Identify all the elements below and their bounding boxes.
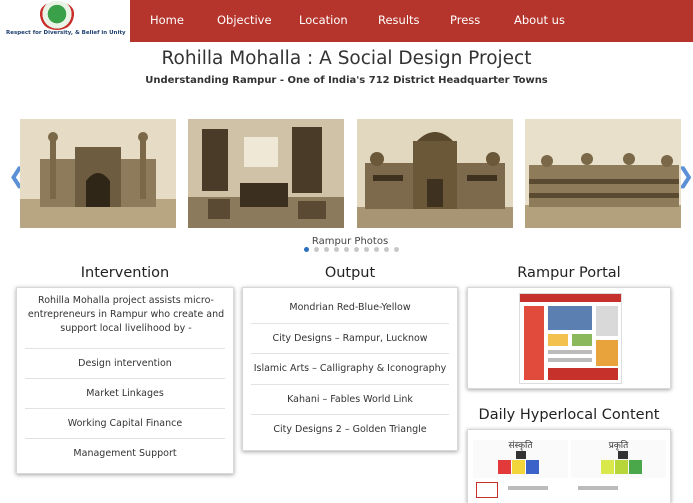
list-item[interactable]: Working Capital Finance	[25, 408, 225, 438]
portal-title: Rampur Portal	[517, 265, 621, 281]
tree-logo-icon	[39, 1, 75, 30]
nav-about-us[interactable]: About us	[514, 13, 565, 27]
output-title: Output	[324, 265, 376, 281]
nav-press[interactable]: Press	[450, 13, 480, 27]
thumb-text-line	[508, 486, 548, 490]
carousel-dot[interactable]	[374, 247, 379, 252]
logo-tagline: Respect for Diversity, & Belief in Unity	[6, 30, 126, 36]
list-item[interactable]: Mondrian Red-Blue-Yellow	[251, 293, 449, 323]
interior-photo[interactable]	[188, 119, 344, 228]
gate-photo[interactable]	[20, 119, 176, 228]
nav-results[interactable]: Results	[378, 13, 420, 27]
intervention-title: Intervention	[80, 265, 170, 281]
carousel-dot[interactable]	[394, 247, 399, 252]
list-item[interactable]: City Designs – Rampur, Lucknow	[251, 323, 449, 353]
page-subtitle: Understanding Rampur - One of India's 71…	[145, 75, 548, 86]
portal-card[interactable]	[467, 287, 671, 389]
carousel-dot[interactable]	[364, 247, 369, 252]
carousel-dot[interactable]	[304, 247, 309, 252]
palace-photo[interactable]	[357, 119, 513, 228]
list-item[interactable]: Design intervention	[25, 348, 225, 378]
carousel-dot[interactable]	[334, 247, 339, 252]
page-title: Rohilla Mohalla : A Social Design Projec…	[161, 48, 532, 69]
output-card: Mondrian Red-Blue-Yellow City Designs – …	[242, 287, 458, 451]
intervention-card: Rohilla Mohalla project assists micro-en…	[16, 287, 234, 474]
nav-home[interactable]: Home	[150, 13, 184, 27]
intervention-intro: Rohilla Mohalla project assists micro-en…	[27, 295, 225, 334]
thumb-text-line	[578, 486, 618, 490]
carousel-dot[interactable]	[314, 247, 319, 252]
list-item[interactable]: Management Support	[25, 438, 225, 468]
carousel-dot[interactable]	[324, 247, 329, 252]
nav-objective[interactable]: Objective	[217, 13, 272, 27]
list-item[interactable]: Market Linkages	[25, 378, 225, 408]
clock-icon	[476, 482, 498, 498]
daily-thumb-prakriti[interactable]: प्रकृति	[571, 440, 666, 478]
thumb-label: संस्कृति	[508, 441, 533, 451]
list-item[interactable]: Islamic Arts – Calligraphy & Iconography	[251, 353, 449, 383]
carousel-caption: Rampur Photos	[311, 236, 389, 247]
carousel-dot[interactable]	[344, 247, 349, 252]
site-logo[interactable]: Respect for Diversity, & Belief in Unity	[0, 0, 130, 42]
nav-location[interactable]: Location	[299, 13, 348, 27]
building-photo[interactable]	[525, 119, 681, 228]
carousel-dot[interactable]	[384, 247, 389, 252]
thumb-label: प्रकृति	[608, 441, 629, 451]
daily-content-title: Daily Hyperlocal Content	[478, 407, 660, 423]
list-item[interactable]: City Designs 2 – Golden Triangle	[251, 414, 449, 444]
top-navbar: Home Objective Location Results Press Ab…	[130, 0, 693, 42]
daily-content-card: संस्कृति प्रकृति	[467, 429, 671, 503]
portal-screenshot[interactable]	[519, 293, 622, 384]
daily-thumb-sanskriti[interactable]: संस्कृति	[473, 440, 568, 478]
carousel-dot[interactable]	[354, 247, 359, 252]
list-item[interactable]: Kahani – Fables World Link	[251, 384, 449, 414]
